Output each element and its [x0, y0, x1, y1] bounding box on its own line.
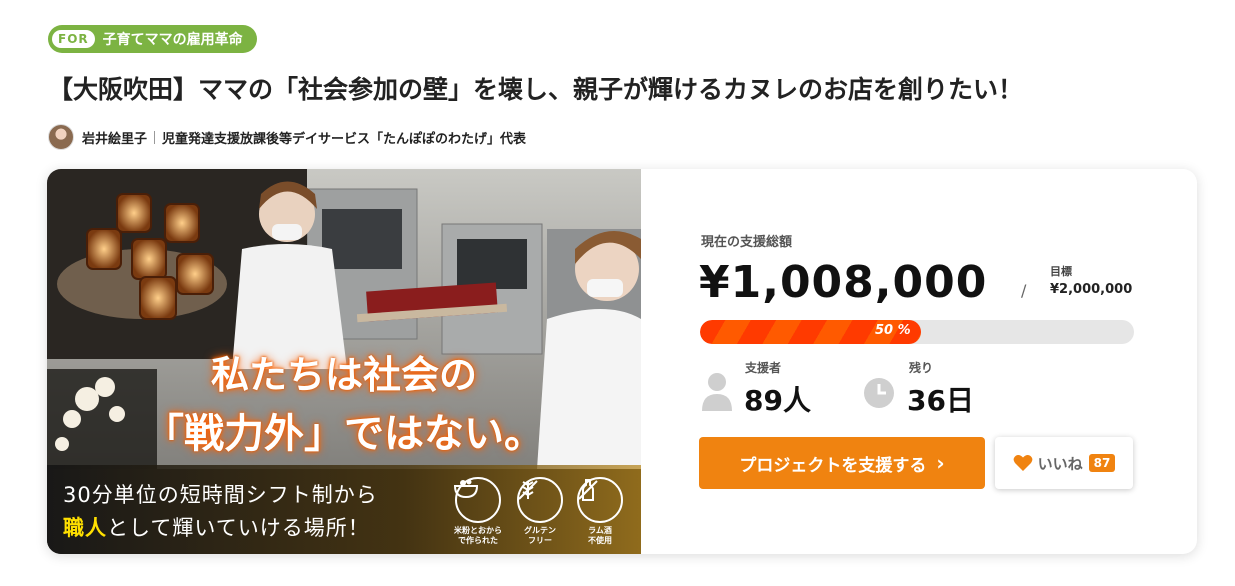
caption-line2: 職人として輝いていける場所！	[63, 512, 378, 545]
support-button-label: プロジェクトを支援する	[739, 455, 927, 476]
funding-stats: 現在の支援総額 ¥1,008,000 / 目標 ¥2,000,000 50 % …	[641, 169, 1197, 554]
owner-separator	[154, 130, 156, 144]
tag-label: 子育てママの雇用革命	[102, 32, 243, 48]
progress-text: 50 %	[875, 323, 911, 338]
heart-icon	[1013, 455, 1033, 471]
supporters-label: 支援者	[745, 361, 782, 375]
project-title: 【大阪吹田】ママの「社会参加の壁」を壊し、親子が輝けるカヌレのお店を創りたい！	[48, 75, 1024, 104]
category-tag[interactable]: FOR 子育てママの雇用革命	[48, 25, 257, 53]
project-owner[interactable]: 岩井絵里子 児童発達支援放課後等デイサービス「たんぽぽのわたげ」代表	[48, 124, 526, 150]
remaining-label: 残り	[909, 361, 934, 375]
badge-label: ラム酒 不使用	[588, 526, 612, 545]
hero-headline-line2: 「戦力外」ではない。	[144, 411, 544, 457]
clock-icon	[864, 378, 894, 408]
goal-label: 目標	[1050, 265, 1072, 278]
caption-line1: 30分単位の短時間シフト制から	[63, 483, 378, 507]
tag-prefix: FOR	[52, 30, 95, 48]
total-label: 現在の支援総額	[701, 235, 793, 250]
caption-highlight: 職人	[63, 516, 107, 540]
supporters-count: 89人	[744, 384, 811, 417]
badge-label: グルテン フリー	[524, 526, 556, 545]
hero-headline-line1: 私たちは社会の	[210, 353, 477, 397]
goal-amount: ¥2,000,000	[1050, 282, 1133, 297]
hero-image: 私たちは社会の 「戦力外」ではない。 30分単位の短時間シフト制から 職人として…	[47, 169, 641, 554]
project-summary-card: 私たちは社会の 「戦力外」ではない。 30分単位の短時間シフト制から 職人として…	[47, 169, 1197, 554]
badge-gluten-free: グルテン フリー	[515, 477, 565, 546]
gluten-free-icon	[517, 477, 563, 523]
badge-rice-flour: 米粉とおから で作られた	[453, 477, 503, 546]
hero-caption: 30分単位の短時間シフト制から 職人として輝いていける場所！	[63, 479, 378, 545]
no-rum-icon	[577, 477, 623, 523]
avatar[interactable]	[48, 124, 74, 150]
support-project-button[interactable]: プロジェクトを支援する ›	[699, 437, 985, 489]
hero-caption-band: 30分単位の短時間シフト制から 職人として輝いていける場所！ 米粉とおから で作…	[47, 465, 641, 554]
like-button[interactable]: いいね 87	[995, 437, 1133, 489]
rice-flour-icon	[453, 477, 501, 523]
like-count-badge: 87	[1088, 454, 1116, 472]
badge-label: 米粉とおから で作られた	[454, 526, 502, 545]
chevron-right-icon: ›	[936, 451, 945, 475]
remaining-days: 36日	[907, 384, 974, 417]
badge-no-rum: ラム酒 不使用	[575, 477, 625, 546]
caption-rest: として輝いていける場所！	[107, 516, 370, 540]
like-label: いいね	[1037, 454, 1083, 473]
progress-bar: 50 %	[700, 320, 1134, 344]
person-icon	[702, 373, 732, 411]
total-amount: ¥1,008,000	[699, 257, 988, 308]
owner-name[interactable]: 岩井絵里子	[82, 128, 147, 147]
goal-separator: /	[1021, 281, 1027, 300]
owner-role: 児童発達支援放課後等デイサービス「たんぽぽのわたげ」代表	[162, 131, 527, 147]
